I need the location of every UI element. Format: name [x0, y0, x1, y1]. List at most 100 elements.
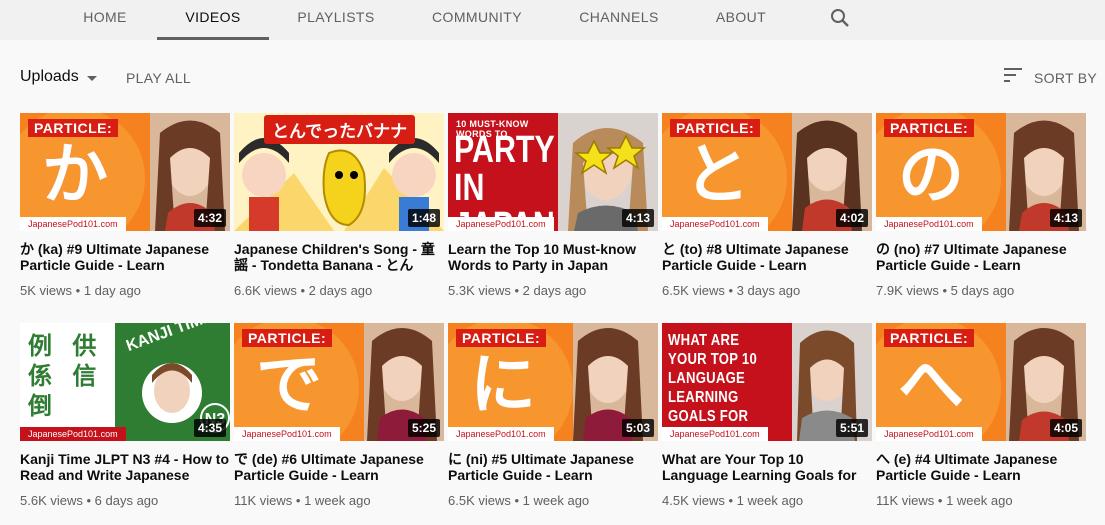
- tab-about[interactable]: ABOUT: [705, 0, 777, 40]
- watermark: JapanesePod101.com: [20, 427, 126, 441]
- watermark: JapanesePod101.com: [234, 427, 340, 441]
- video-thumbnail[interactable]: PARTICLE: の JapanesePod101.com 4:13: [876, 113, 1086, 231]
- view-count: 6.6K views: [234, 283, 297, 298]
- video-thumbnail[interactable]: PARTICLE: へ JapanesePod101.com 4:05: [876, 323, 1086, 441]
- video-title[interactable]: で (de) #6 Ultimate Japanese Particle Gui…: [234, 451, 444, 483]
- thumbnail-glyph: か: [42, 136, 108, 213]
- thumbnail-glyph: に: [470, 346, 536, 423]
- view-count: 6.5K views: [662, 283, 725, 298]
- video-thumbnail[interactable]: PARTICLE: で JapanesePod101.com 5:25: [234, 323, 444, 441]
- view-count: 6.5K views: [448, 493, 511, 508]
- video-card[interactable]: PARTICLE: へ JapanesePod101.com 4:05 へ (e…: [876, 323, 1086, 518]
- duration-badge: 4:32: [193, 209, 226, 227]
- video-title[interactable]: か (ka) #9 Ultimate Japanese Particle Gui…: [20, 241, 230, 273]
- video-meta: 11K views • 1 week ago: [876, 493, 1013, 508]
- video-title[interactable]: What are Your Top 10 Language Learning G…: [662, 451, 872, 483]
- duration-badge: 4:02: [835, 209, 868, 227]
- video-thumbnail[interactable]: WHAT ARE YOUR TOP 10 LANGUAGE LEARNING G…: [662, 323, 872, 441]
- video-meta: 5.3K views • 2 days ago: [448, 283, 587, 298]
- uploads-label: Uploads: [20, 68, 79, 85]
- upload-age: 3 days ago: [736, 283, 801, 298]
- thumbnail-glyph: へ: [898, 346, 964, 423]
- video-thumbnail[interactable]: PARTICLE: か JapanesePod101.com 4:32: [20, 113, 230, 231]
- duration-badge: 4:05: [1049, 419, 1082, 437]
- thumbnail-glyph: と: [684, 136, 750, 213]
- duration-badge: 4:13: [1049, 209, 1082, 227]
- video-thumbnail[interactable]: PARTICLE: と JapanesePod101.com 4:02: [662, 113, 872, 231]
- watermark: JapanesePod101.com: [662, 427, 768, 441]
- video-meta: 6.5K views • 1 week ago: [448, 493, 590, 508]
- video-meta: 5.6K views • 6 days ago: [20, 493, 159, 508]
- watermark: JapanesePod101.com: [20, 217, 126, 231]
- video-card[interactable]: PARTICLE: に JapanesePod101.com 5:03 に (n…: [448, 323, 658, 518]
- watermark: JapanesePod101.com: [448, 427, 554, 441]
- video-title[interactable]: に (ni) #5 Ultimate Japanese Particle Gui…: [448, 451, 658, 483]
- upload-age: 1 week ago: [522, 493, 590, 508]
- view-count: 5.6K views: [20, 493, 83, 508]
- video-thumbnail[interactable]: 10 MUST-KNOW WORDS TO PARTY IN JAPAN Jap…: [448, 113, 658, 231]
- tab-home[interactable]: HOME: [70, 0, 140, 40]
- view-count: 7.9K views: [876, 283, 939, 298]
- video-meta: 11K views • 1 week ago: [234, 493, 371, 508]
- video-card[interactable]: N3 例 供 係 信 倒 KANJI TIME! JapanesePod101.…: [20, 323, 230, 518]
- view-count: 5K views: [20, 283, 73, 298]
- tab-playlists[interactable]: PLAYLISTS: [286, 0, 386, 40]
- upload-age: 5 days ago: [950, 283, 1015, 298]
- video-thumbnail[interactable]: PARTICLE: に JapanesePod101.com 5:03: [448, 323, 658, 441]
- channel-tabs: HOME VIDEOS PLAYLISTS COMMUNITY CHANNELS…: [0, 0, 1105, 40]
- watermark: JapanesePod101.com: [662, 217, 768, 231]
- tab-channels[interactable]: CHANNELS: [567, 0, 671, 40]
- video-card[interactable]: PARTICLE: の JapanesePod101.com 4:13 の (n…: [876, 113, 1086, 308]
- duration-badge: 4:13: [621, 209, 654, 227]
- upload-age: 1 week ago: [946, 493, 1013, 508]
- video-card[interactable]: PARTICLE: で JapanesePod101.com 5:25 で (d…: [234, 323, 444, 518]
- watermark: JapanesePod101.com: [876, 217, 982, 231]
- video-title[interactable]: へ (e) #4 Ultimate Japanese Particle Guid…: [876, 451, 1086, 483]
- watermark: JapanesePod101.com: [876, 427, 982, 441]
- tab-community[interactable]: COMMUNITY: [420, 0, 534, 40]
- upload-age: 1 week ago: [304, 493, 371, 508]
- video-meta: 7.9K views • 5 days ago: [876, 283, 1015, 298]
- video-title[interactable]: Learn the Top 10 Must-know Words to Part…: [448, 241, 658, 273]
- upload-age: 1 week ago: [736, 493, 804, 508]
- upload-age: 1 day ago: [83, 283, 141, 298]
- video-meta: 6.6K views • 2 days ago: [234, 283, 373, 298]
- thumbnail-glyph: の: [898, 136, 964, 213]
- play-all-button[interactable]: PLAY ALL: [126, 70, 191, 86]
- upload-age: 2 days ago: [308, 283, 373, 298]
- video-title[interactable]: の (no) #7 Ultimate Japanese Particle Gui…: [876, 241, 1086, 273]
- video-card[interactable]: とんでったバナナ 1:48 Japanese Children's Song -…: [234, 113, 444, 308]
- watermark: JapanesePod101.com: [448, 217, 554, 231]
- uploads-dropdown[interactable]: Uploads: [20, 64, 97, 90]
- view-count: 4.5K views: [662, 493, 725, 508]
- video-meta: 5K views • 1 day ago: [20, 283, 141, 298]
- sort-by-label: SORT BY: [1034, 69, 1098, 86]
- thumbnail-label: WHAT ARE YOUR TOP 10 LANGUAGE LEARNING G…: [668, 332, 757, 441]
- view-count: 11K views: [876, 493, 935, 508]
- caret-down-icon: [86, 75, 97, 81]
- thumbnail-label: とんでったバナナ: [264, 115, 416, 144]
- video-thumbnail[interactable]: N3 例 供 係 信 倒 KANJI TIME! JapanesePod101.…: [20, 323, 230, 441]
- thumbnail-glyph: 例 供 係 信 倒: [28, 332, 103, 420]
- duration-badge: 4:35: [193, 419, 226, 437]
- upload-age: 2 days ago: [522, 283, 587, 298]
- video-meta: 6.5K views • 3 days ago: [662, 283, 801, 298]
- video-title[interactable]: Japanese Children's Song - 童謡 - Tondetta…: [234, 241, 444, 273]
- thumbnail-glyph: PARTY IN JAPAN: [454, 129, 555, 231]
- tab-videos[interactable]: VIDEOS: [157, 0, 269, 40]
- search-icon[interactable]: [828, 6, 852, 30]
- video-card[interactable]: PARTICLE: か JapanesePod101.com 4:32 か (k…: [20, 113, 230, 308]
- video-thumbnail[interactable]: とんでったバナナ 1:48: [234, 113, 444, 231]
- thumbnail-glyph: で: [256, 346, 322, 423]
- video-card[interactable]: PARTICLE: と JapanesePod101.com 4:02 と (t…: [662, 113, 872, 308]
- duration-badge: 5:03: [621, 419, 654, 437]
- upload-age: 6 days ago: [94, 493, 159, 508]
- view-count: 5.3K views: [448, 283, 511, 298]
- video-card[interactable]: 10 MUST-KNOW WORDS TO PARTY IN JAPAN Jap…: [448, 113, 658, 308]
- duration-badge: 1:48: [407, 209, 440, 227]
- view-count: 11K views: [234, 493, 293, 508]
- video-card[interactable]: WHAT ARE YOUR TOP 10 LANGUAGE LEARNING G…: [662, 323, 872, 518]
- sort-by-button[interactable]: SORT BY: [1004, 67, 1097, 88]
- video-title[interactable]: Kanji Time JLPT N3 #4 - How to Read and …: [20, 451, 230, 483]
- video-title[interactable]: と (to) #8 Ultimate Japanese Particle Gui…: [662, 241, 872, 273]
